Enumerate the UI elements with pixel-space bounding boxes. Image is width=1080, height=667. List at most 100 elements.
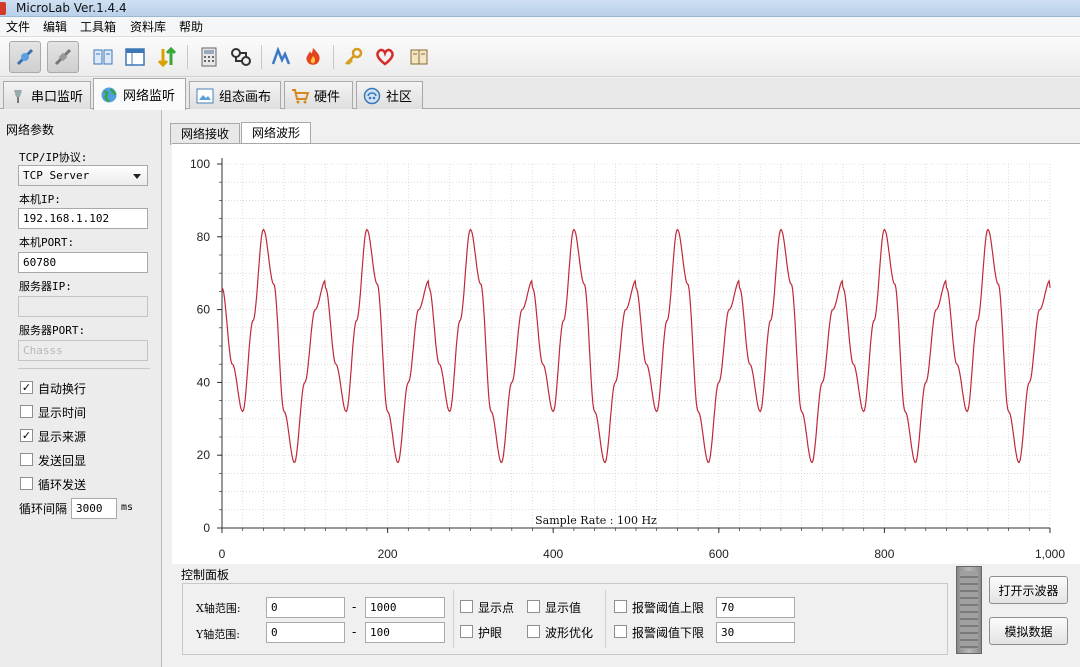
loop-send-label: 循环发送	[38, 478, 87, 492]
show-source-checkbox[interactable]: ✓	[20, 429, 33, 442]
y-tick-label: 80	[197, 230, 211, 244]
interval-label: 循环间隔	[19, 502, 68, 516]
waveform-chart: 0 20 40 60 80 100 0 200 400 600 800 1,000 Sample Rat…	[172, 143, 1080, 564]
level-meter	[956, 566, 982, 654]
sample-rate-annotation: Sample Rate : 100 Hz	[535, 514, 657, 527]
columns-button[interactable]	[87, 41, 119, 73]
toolbar-separator	[261, 45, 262, 69]
simulate-data-button[interactable]: 模拟数据	[989, 617, 1068, 645]
wave-optimize-checkbox[interactable]	[527, 625, 540, 638]
y-tick-label: 0	[203, 521, 210, 535]
book-button[interactable]	[403, 41, 435, 73]
tab-network-monitor[interactable]: 网络监听	[93, 78, 186, 110]
show-time-checkbox[interactable]	[20, 405, 33, 418]
show-points-checkbox[interactable]	[460, 600, 473, 613]
alarm-upper-label: 报警阈值上限	[632, 601, 705, 615]
group-title: 网络参数	[6, 123, 55, 137]
eye-care-checkbox[interactable]	[460, 625, 473, 638]
wave-optimize-label: 波形优化	[545, 626, 594, 640]
toolbar-separator	[187, 45, 188, 69]
picture-icon	[196, 88, 214, 103]
menu-library[interactable]: 资料库	[130, 19, 166, 35]
auto-wrap-checkbox[interactable]: ✓	[20, 381, 33, 394]
alarm-upper-field[interactable]: 70	[716, 597, 795, 618]
show-source-label: 显示来源	[38, 430, 87, 444]
connect-button[interactable]	[9, 41, 41, 73]
calculator-button[interactable]	[193, 41, 225, 73]
tab-config-canvas[interactable]: 组态画布	[189, 81, 281, 109]
main-tab-bar: 串口监听 网络监听 组态画布 硬件 社区	[0, 78, 1080, 110]
interval-field[interactable]: 3000	[71, 498, 117, 519]
key-button[interactable]	[337, 41, 369, 73]
divider	[18, 368, 150, 369]
x-tick-label: 400	[543, 547, 563, 561]
tab-serial-monitor[interactable]: 串口监听	[3, 81, 91, 109]
fire-button[interactable]	[297, 41, 329, 73]
y-tick-label: 40	[197, 375, 211, 389]
tab-hardware[interactable]: 硬件	[284, 81, 353, 109]
local-ip-label: 本机IP:	[19, 193, 61, 206]
chevron-down-icon	[133, 174, 141, 179]
x-max-field[interactable]: 1000	[365, 597, 445, 618]
menu-help[interactable]: 帮助	[179, 19, 203, 35]
flowchart-icon	[231, 48, 251, 66]
network-params-panel: 网络参数 TCP/IP协议: TCP Server 本机IP: 192.168.…	[0, 110, 162, 667]
y-min-field[interactable]: 0	[266, 622, 345, 643]
cart-icon	[292, 88, 309, 103]
auto-wrap-label: 自动换行	[38, 382, 87, 396]
divider	[605, 590, 606, 648]
tab-network-receive[interactable]: 网络接收	[170, 123, 240, 145]
range-dash: -	[352, 625, 357, 639]
show-values-checkbox[interactable]	[527, 600, 540, 613]
protocol-label: TCP/IP协议:	[19, 151, 88, 164]
menu-edit[interactable]: 编辑	[43, 19, 67, 35]
chart-svg: 0 20 40 60 80 100 0 200 400 600 800 1,000 Sample Rat…	[190, 157, 1065, 561]
disconnect-icon	[54, 48, 72, 66]
x-tick-label: 1,000	[1035, 547, 1065, 561]
tab-community[interactable]: 社区	[356, 81, 423, 109]
server-port-field[interactable]: Chasss	[18, 340, 148, 361]
heart-button[interactable]	[369, 41, 401, 73]
tab-label: 组态画布	[219, 90, 272, 105]
alarm-lower-label: 报警阈值下限	[632, 626, 705, 640]
alarm-lower-checkbox[interactable]	[614, 625, 627, 638]
menu-toolbox[interactable]: 工具箱	[80, 19, 116, 35]
window-button[interactable]	[119, 41, 151, 73]
toolbar-separator	[333, 45, 334, 69]
send-echo-checkbox[interactable]	[20, 453, 33, 466]
tab-label: 硬件	[314, 90, 341, 105]
signal-button[interactable]	[265, 41, 297, 73]
alarm-upper-checkbox[interactable]	[614, 600, 627, 613]
disconnect-button[interactable]	[47, 41, 79, 73]
window-icon	[125, 48, 145, 66]
app-icon	[0, 2, 6, 15]
x-tick-label: 200	[378, 547, 398, 561]
local-ip-field[interactable]: 192.168.1.102	[18, 208, 148, 229]
loop-send-checkbox[interactable]	[20, 477, 33, 490]
interval-unit: ms	[121, 502, 134, 513]
signal-icon	[271, 46, 291, 65]
eye-care-label: 护眼	[478, 626, 503, 640]
x-tick-label: 600	[709, 547, 729, 561]
community-icon	[363, 87, 381, 104]
range-dash: -	[352, 600, 357, 614]
menu-file[interactable]: 文件	[6, 19, 30, 35]
toolbar	[0, 37, 1080, 77]
x-min-field[interactable]: 0	[266, 597, 345, 618]
x-tick-label: 0	[219, 547, 226, 561]
y-max-field[interactable]: 100	[365, 622, 445, 643]
y-range-label: Y轴范围:	[196, 628, 240, 641]
title-bar: MicroLab Ver.1.4.4	[0, 0, 1080, 17]
open-oscilloscope-button[interactable]: 打开示波器	[989, 576, 1068, 604]
columns-icon	[93, 49, 113, 65]
server-ip-field[interactable]	[18, 296, 148, 317]
local-port-field[interactable]: 60780	[18, 252, 148, 273]
protocol-value: TCP Server	[23, 169, 90, 182]
x-tick-label: 800	[874, 547, 894, 561]
server-port-label: 服务器PORT:	[19, 324, 86, 337]
sort-button[interactable]	[151, 41, 183, 73]
alarm-lower-field[interactable]: 30	[716, 622, 795, 643]
local-port-label: 本机PORT:	[19, 236, 75, 249]
protocol-select[interactable]: TCP Server	[18, 165, 148, 186]
flowchart-button[interactable]	[225, 41, 257, 73]
